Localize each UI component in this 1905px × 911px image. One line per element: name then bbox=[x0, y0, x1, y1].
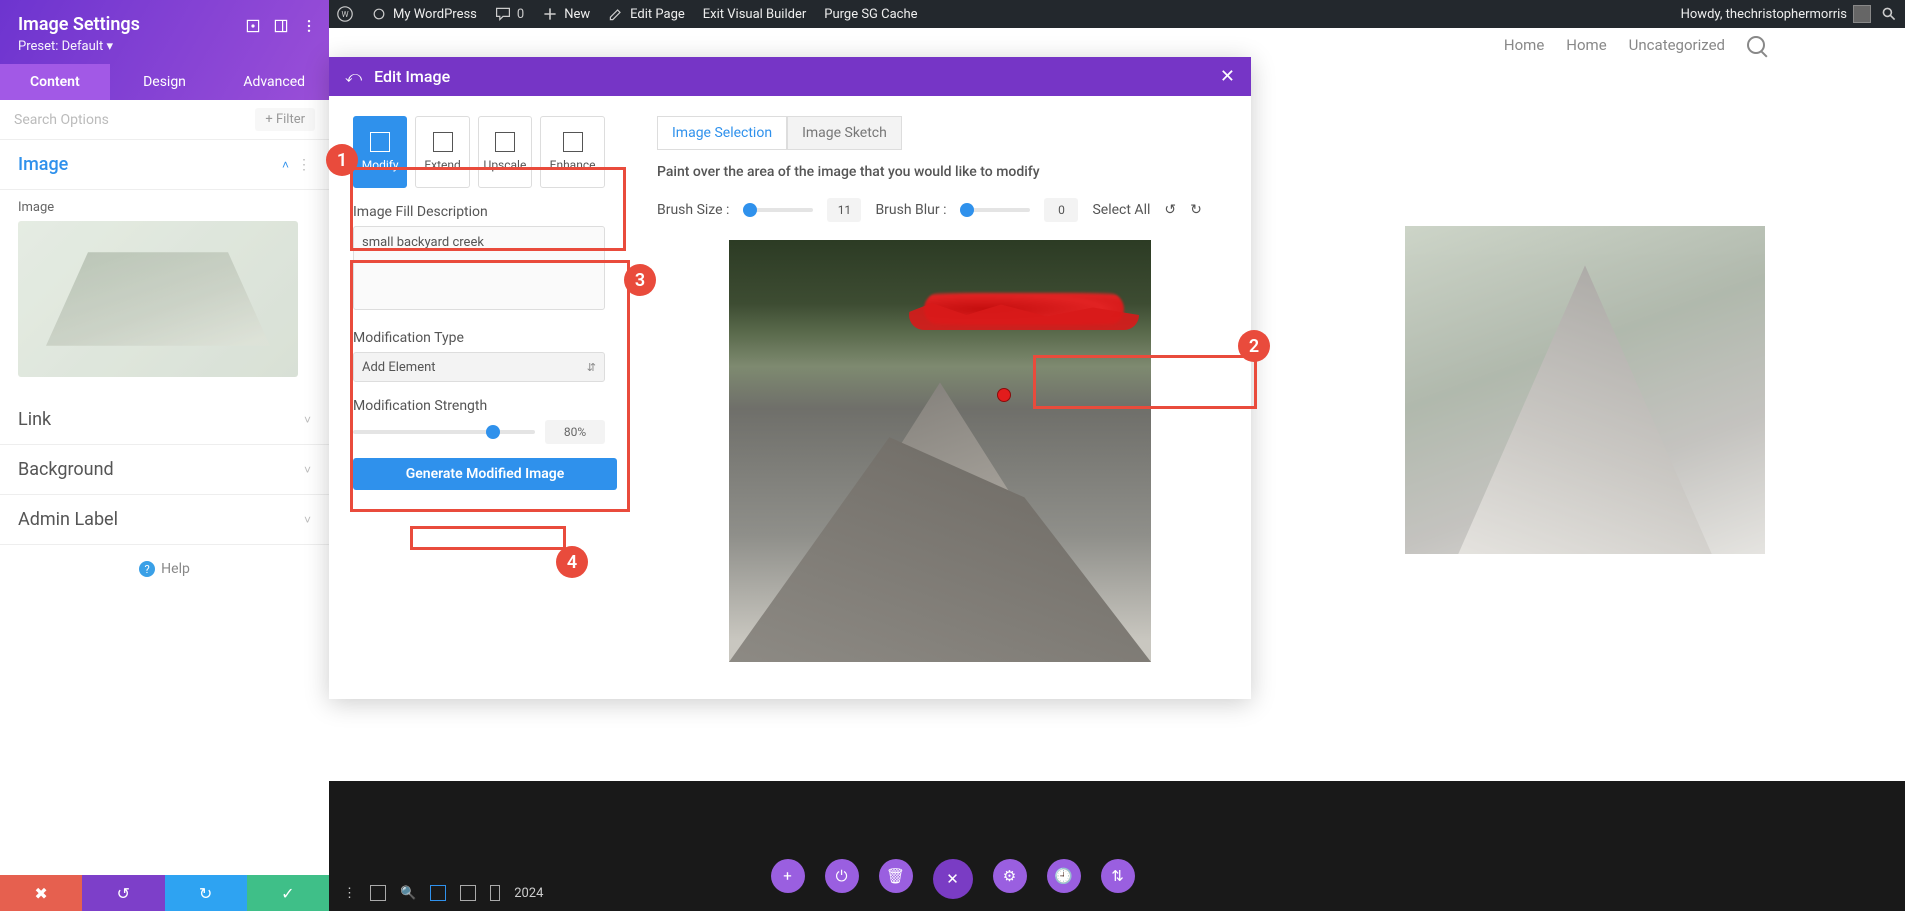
fill-label: Image Fill Description bbox=[353, 204, 605, 220]
nav-uncategorized[interactable]: Uncategorized bbox=[1629, 36, 1725, 54]
tablet-icon[interactable] bbox=[460, 885, 476, 901]
tab-image-selection[interactable]: Image Selection bbox=[657, 116, 787, 150]
mod-type-label: Modification Type bbox=[353, 330, 605, 346]
brush-size-slider[interactable] bbox=[743, 208, 813, 212]
redo-button[interactable]: ↻ bbox=[165, 875, 247, 911]
image-canvas[interactable] bbox=[729, 240, 1151, 662]
hero-image bbox=[1405, 226, 1765, 554]
brush-size-value: 11 bbox=[827, 198, 861, 222]
save-button[interactable]: ✓ bbox=[247, 875, 329, 911]
help-icon: ? bbox=[139, 561, 155, 577]
zoom-icon[interactable]: 🔍 bbox=[400, 886, 416, 901]
nav-home[interactable]: Home bbox=[1504, 36, 1544, 54]
tab-image-sketch[interactable]: Image Sketch bbox=[787, 116, 902, 150]
settings-preset[interactable]: Preset: Default ▾ bbox=[18, 39, 311, 54]
filter-button[interactable]: + Filter bbox=[255, 108, 315, 131]
wp-logo[interactable]: W bbox=[337, 6, 353, 22]
search-input[interactable]: Search Options bbox=[14, 112, 109, 128]
canvas-panel: Image Selection Image Sketch Paint over … bbox=[629, 96, 1251, 699]
purge-cache-link[interactable]: Purge SG Cache bbox=[824, 7, 917, 22]
brush-blur-label: Brush Blur : bbox=[875, 202, 946, 218]
section-link[interactable]: Link˅ bbox=[0, 395, 329, 445]
svg-text:W: W bbox=[341, 10, 348, 19]
avatar bbox=[1853, 5, 1871, 23]
tab-content[interactable]: Content bbox=[0, 64, 110, 100]
help-link[interactable]: ?Help bbox=[0, 545, 329, 593]
edit-image-modal: ⤺ Edit Image ✕ Modify Extend Upscale Enh… bbox=[329, 57, 1251, 699]
exit-vb-link[interactable]: Exit Visual Builder bbox=[703, 7, 806, 22]
phone-icon[interactable] bbox=[490, 885, 500, 901]
fill-description-input[interactable] bbox=[353, 226, 605, 310]
redo-paint-icon[interactable]: ↻ bbox=[1190, 202, 1202, 218]
strip-more-icon[interactable]: ⋮ bbox=[343, 886, 356, 901]
more-icon[interactable] bbox=[301, 18, 317, 34]
modify-icon bbox=[370, 132, 390, 152]
image-thumbnail[interactable] bbox=[18, 221, 298, 377]
pill-sort[interactable]: ⇅ bbox=[1101, 859, 1135, 893]
pill-add[interactable]: + bbox=[771, 859, 805, 893]
settings-action-bar: ✖ ↺ ↻ ✓ bbox=[0, 875, 329, 911]
mod-type-select[interactable]: Add Element bbox=[353, 352, 605, 382]
search-icon[interactable] bbox=[1881, 6, 1897, 22]
brush-blur-value: 0 bbox=[1044, 198, 1078, 222]
nav-home2[interactable]: Home bbox=[1566, 36, 1606, 54]
section-background[interactable]: Background˅ bbox=[0, 445, 329, 495]
chevron-down-icon: ˅ bbox=[304, 413, 311, 427]
wireframe-icon[interactable] bbox=[370, 885, 386, 901]
strength-slider[interactable] bbox=[353, 430, 535, 434]
tool-enhance[interactable]: Enhance bbox=[540, 116, 605, 188]
modify-controls: Modify Extend Upscale Enhance Image Fill… bbox=[329, 96, 629, 699]
divi-pill-bar: + ⏻ 🗑 ✕ ⚙ 🕘 ⇅ bbox=[771, 859, 1135, 899]
pill-power[interactable]: ⏻ bbox=[825, 859, 859, 893]
pill-close[interactable]: ✕ bbox=[933, 859, 973, 899]
chevron-down-icon: ˅ bbox=[304, 463, 311, 477]
pill-history[interactable]: 🕘 bbox=[1047, 859, 1081, 893]
image-field-label: Image bbox=[18, 200, 311, 215]
section-admin-label[interactable]: Admin Label˅ bbox=[0, 495, 329, 545]
edit-page-link[interactable]: Edit Page bbox=[608, 6, 685, 22]
nav-search-icon[interactable] bbox=[1747, 36, 1765, 54]
panel-icon[interactable] bbox=[273, 18, 289, 34]
extend-icon bbox=[433, 132, 453, 152]
discard-button[interactable]: ✖ bbox=[0, 875, 82, 911]
undo-paint-icon[interactable]: ↺ bbox=[1164, 202, 1176, 218]
brush-blur-slider[interactable] bbox=[960, 208, 1030, 212]
section-more-icon[interactable]: ⋮ bbox=[297, 157, 311, 173]
top-nav: Home Home Uncategorized bbox=[1504, 36, 1765, 54]
image-settings-panel: Image Settings Preset: Default ▾ Content… bbox=[0, 0, 329, 750]
undo-button[interactable]: ↺ bbox=[82, 875, 164, 911]
select-all-button[interactable]: Select All bbox=[1092, 202, 1150, 218]
expand-icon[interactable] bbox=[245, 18, 261, 34]
site-name[interactable]: My WordPress bbox=[371, 6, 477, 22]
back-icon[interactable]: ⤺ bbox=[345, 67, 362, 87]
close-icon[interactable]: ✕ bbox=[1220, 66, 1235, 87]
brush-cursor bbox=[997, 388, 1011, 402]
pill-settings[interactable]: ⚙ bbox=[993, 859, 1027, 893]
tab-design[interactable]: Design bbox=[110, 64, 220, 100]
tab-advanced[interactable]: Advanced bbox=[219, 64, 329, 100]
instruction-text: Paint over the area of the image that yo… bbox=[657, 164, 1223, 180]
wp-admin-bar: W My WordPress 0 New Edit Page Exit Visu… bbox=[329, 0, 1905, 28]
tool-extend[interactable]: Extend bbox=[415, 116, 469, 188]
tool-upscale[interactable]: Upscale bbox=[478, 116, 532, 188]
upscale-icon bbox=[495, 132, 515, 152]
comments-link[interactable]: 0 bbox=[495, 6, 524, 22]
brush-size-label: Brush Size : bbox=[657, 202, 729, 218]
modal-title: Edit Image bbox=[374, 67, 450, 86]
new-link[interactable]: New bbox=[542, 6, 590, 22]
chevron-down-icon: ˅ bbox=[304, 513, 311, 527]
howdy-user[interactable]: Howdy, thechristophermorris bbox=[1681, 5, 1871, 23]
generate-button[interactable]: Generate Modified Image bbox=[353, 458, 617, 490]
strength-value: 80% bbox=[545, 420, 605, 444]
divi-bottom-strip: ⋮ 🔍 2024 bbox=[329, 875, 569, 911]
desktop-icon[interactable] bbox=[430, 885, 446, 901]
tool-row: Modify Extend Upscale Enhance bbox=[353, 116, 605, 188]
tool-modify[interactable]: Modify bbox=[353, 116, 407, 188]
year-text: 2024 bbox=[514, 886, 543, 901]
pill-trash[interactable]: 🗑 bbox=[879, 859, 913, 893]
section-image[interactable]: Image ˄ ⋮ bbox=[0, 140, 329, 190]
strength-label: Modification Strength bbox=[353, 398, 605, 414]
chevron-up-icon: ˄ bbox=[282, 158, 289, 172]
enhance-icon bbox=[563, 132, 583, 152]
